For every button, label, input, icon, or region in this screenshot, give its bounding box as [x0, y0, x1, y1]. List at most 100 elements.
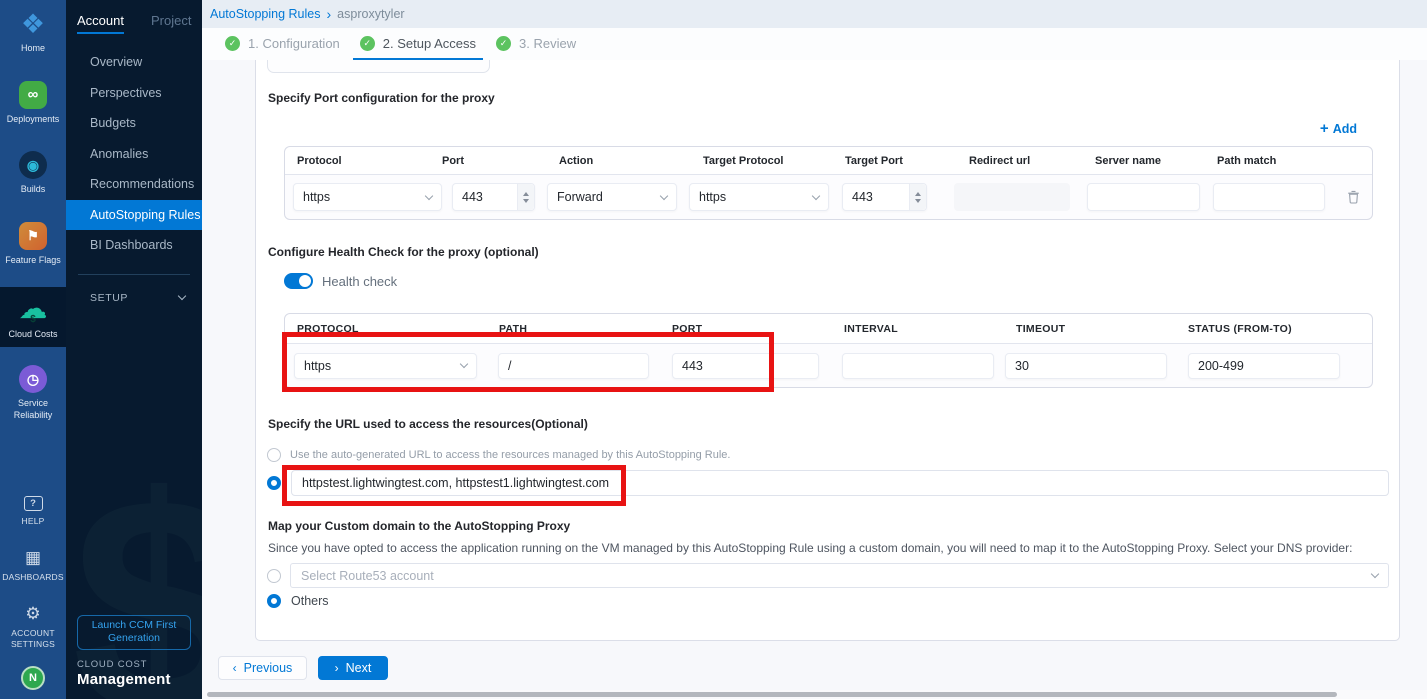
user-avatar[interactable]: N — [21, 666, 45, 690]
hc-protocol-select[interactable]: https — [294, 353, 477, 379]
col-hc-interval: INTERVAL — [832, 323, 1004, 335]
number-spinner-icon[interactable] — [517, 184, 534, 210]
target-port-stepper[interactable]: 443 — [842, 183, 927, 211]
next-button[interactable]: › Next — [318, 656, 388, 680]
sidebar-setup-group[interactable]: SETUP — [66, 292, 202, 304]
nav-account-settings-label: ACCOUNT SETTINGS — [0, 628, 66, 650]
auto-url-radio[interactable] — [267, 448, 281, 462]
health-check-toggle-row: Health check — [284, 273, 397, 289]
app-window: ❖ Home ∞ Deployments ◉ Builds ⚑ Feature … — [0, 0, 1427, 699]
launch-ccm-first-gen-button[interactable]: Launch CCM First Generation — [77, 615, 191, 650]
port-config-title: Specify Port configuration for the proxy — [268, 91, 495, 105]
sidebar-item-overview[interactable]: Overview — [66, 47, 202, 78]
sidebar-item-autostopping-rules[interactable]: AutoStopping Rules — [66, 200, 202, 231]
custom-url-option — [267, 470, 1389, 496]
nav-dashboards[interactable]: ▦ DASHBOARDS — [0, 549, 66, 583]
nav-help[interactable]: ? HELP — [0, 496, 66, 527]
target-protocol-select[interactable]: https — [689, 183, 829, 211]
hc-timeout-input[interactable] — [1015, 359, 1157, 373]
custom-url-input[interactable] — [291, 470, 1389, 496]
action-select[interactable]: Forward — [547, 183, 677, 211]
sidebar-item-anomalies[interactable]: Anomalies — [66, 139, 202, 170]
nav-home[interactable]: ❖ Home — [0, 10, 66, 55]
hc-status-input[interactable] — [1198, 359, 1330, 373]
add-label: Add — [1333, 122, 1357, 136]
hc-interval-input[interactable] — [852, 359, 984, 373]
nav-deployments[interactable]: ∞ Deployments — [0, 81, 66, 126]
others-label: Others — [291, 594, 329, 608]
route53-account-select[interactable]: Select Route53 account — [290, 563, 1389, 588]
nav-builds[interactable]: ◉ Builds — [0, 151, 66, 196]
step-review-label: 3. Review — [519, 36, 576, 51]
nav-service-reliability-label: Service Reliability — [0, 398, 66, 421]
hc-port-input[interactable] — [682, 359, 809, 373]
chevron-down-icon — [1371, 570, 1379, 578]
route53-radio[interactable] — [267, 569, 281, 583]
hc-interval-field — [842, 353, 994, 379]
nav-dashboards-label: DASHBOARDS — [0, 572, 66, 583]
col-redirect-url: Redirect url — [957, 155, 1083, 167]
server-name-input[interactable] — [1097, 190, 1190, 204]
port-config-header: Protocol Port Action Target Protocol Tar… — [285, 147, 1372, 175]
check-circle-icon: ✓ — [225, 36, 240, 51]
dns-section-description: Since you have opted to access the appli… — [268, 541, 1352, 555]
health-check-table: PROTOCOL PATH PORT INTERVAL TIMEOUT STAT… — [284, 313, 1373, 388]
protocol-select[interactable]: https — [293, 183, 442, 211]
sidebar-item-budgets[interactable]: Budgets — [66, 108, 202, 139]
col-port: Port — [430, 155, 547, 167]
path-match-input[interactable] — [1223, 190, 1315, 204]
scope-tabs: Account Project — [66, 0, 202, 34]
step-setup-access[interactable]: ✓ 2. Setup Access — [353, 28, 483, 60]
nav-cloud-costs-selected: ☁$ Cloud Costs — [0, 287, 66, 348]
url-section-title: Specify the URL used to access the resou… — [268, 417, 588, 431]
col-server-name: Server name — [1083, 155, 1205, 167]
setup-label: SETUP — [90, 292, 128, 304]
custom-url-radio[interactable] — [267, 476, 281, 490]
check-circle-icon: ✓ — [360, 36, 375, 51]
horizontal-scrollbar-thumb[interactable] — [207, 692, 1337, 697]
nav-builds-label: Builds — [19, 184, 48, 196]
sidebar-item-bi-dashboards[interactable]: BI Dashboards — [66, 230, 202, 261]
nav-cloud-costs[interactable]: ☁$ Cloud Costs — [0, 296, 66, 341]
nav-account-settings[interactable]: ⚙ ACCOUNT SETTINGS — [0, 605, 66, 650]
product-name: Management — [77, 671, 171, 688]
others-radio[interactable] — [267, 594, 281, 608]
nav-feature-flags[interactable]: ⚑ Feature Flags — [0, 222, 66, 267]
dashboards-icon: ▦ — [25, 549, 41, 567]
tab-account[interactable]: Account — [77, 13, 124, 34]
number-spinner-icon[interactable] — [909, 184, 926, 210]
chevron-down-icon — [660, 191, 668, 199]
health-check-toggle-label: Health check — [322, 274, 397, 289]
col-path-match: Path match — [1205, 155, 1374, 167]
step-review[interactable]: ✓ 3. Review — [489, 28, 583, 60]
breadcrumb-autostopping-rules[interactable]: AutoStopping Rules — [210, 7, 321, 21]
nav-feature-flags-label: Feature Flags — [3, 255, 63, 267]
redirect-url-field — [954, 183, 1070, 211]
delete-row-button[interactable] — [1347, 190, 1360, 204]
col-hc-path: PATH — [487, 323, 660, 335]
main-content: AutoStopping Rules › asproxytyler ✓ 1. C… — [202, 0, 1427, 699]
plus-icon: + — [1320, 120, 1329, 137]
trash-icon — [1347, 190, 1360, 204]
tab-project[interactable]: Project — [151, 13, 191, 34]
chevron-down-icon — [178, 292, 186, 300]
nav-deployments-label: Deployments — [5, 114, 62, 126]
step-configuration[interactable]: ✓ 1. Configuration — [218, 28, 347, 60]
chevron-down-icon — [460, 360, 468, 368]
port-stepper[interactable]: 443 — [452, 183, 535, 211]
hc-path-input[interactable] — [508, 359, 639, 373]
col-hc-timeout: TIMEOUT — [1004, 323, 1176, 335]
add-port-row-button[interactable]: + Add — [1320, 120, 1357, 137]
step-configuration-label: 1. Configuration — [248, 36, 340, 51]
next-label: Next — [346, 661, 372, 675]
sidebar-item-recommendations[interactable]: Recommendations — [66, 169, 202, 200]
ccm-sidebar: $ Account Project Overview Perspectives … — [66, 0, 202, 699]
previous-button[interactable]: ‹ Previous — [218, 656, 307, 680]
nav-service-reliability[interactable]: ◷ Service Reliability — [0, 365, 66, 421]
product-eyebrow: CLOUD COST — [77, 659, 171, 670]
dollar-glyph: $ — [30, 307, 36, 333]
health-check-toggle[interactable] — [284, 273, 313, 289]
route53-placeholder: Select Route53 account — [301, 569, 434, 583]
sidebar-item-perspectives[interactable]: Perspectives — [66, 78, 202, 109]
col-target-port: Target Port — [833, 155, 957, 167]
